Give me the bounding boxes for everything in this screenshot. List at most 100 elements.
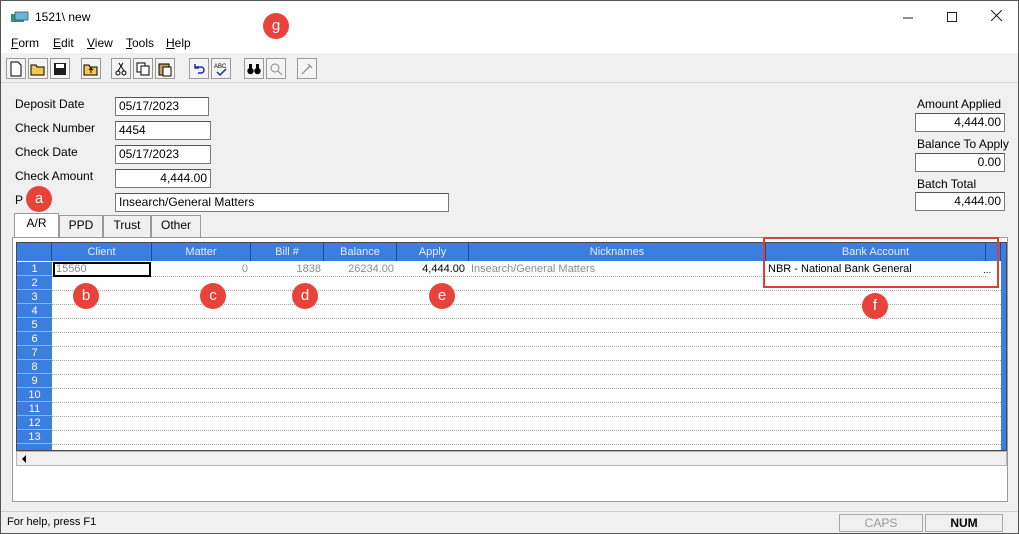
batch-total-label: Batch Total [917, 177, 977, 191]
minimize-button[interactable] [885, 5, 931, 29]
grid-vertical-scrollbar[interactable] [1001, 243, 1006, 450]
deposit-date-label: Deposit Date [15, 97, 85, 111]
menu-tools[interactable]: Tools [126, 36, 154, 50]
tab-ppd[interactable]: PPD [59, 215, 103, 237]
find-button[interactable] [244, 58, 264, 79]
disabled-tool-icon [301, 62, 313, 75]
undo-button[interactable] [189, 58, 209, 79]
column-header-balance[interactable]: Balance [324, 243, 397, 261]
binoculars-icon [247, 63, 261, 74]
column-header-nicknames[interactable]: Nicknames [469, 243, 766, 261]
row-number[interactable]: 8 [17, 360, 52, 374]
row-number[interactable]: 9 [17, 374, 52, 388]
tab-ar[interactable]: A/R [14, 213, 59, 237]
annotation-badge-b: b [73, 283, 99, 309]
open-button[interactable] [28, 58, 48, 79]
grid-cell-nickname[interactable]: Insearch/General Matters [471, 262, 765, 276]
row-number[interactable]: 2 [17, 276, 52, 290]
row-divider [52, 444, 1001, 445]
check-number-label: Check Number [15, 121, 96, 135]
check-number-field[interactable]: 4454 [115, 121, 211, 140]
row-divider [52, 430, 1001, 431]
zoom-icon [270, 63, 283, 75]
row-divider [52, 374, 1001, 375]
menu-form[interactable]: Form [11, 36, 39, 50]
up-folder-button[interactable] [81, 58, 101, 79]
scroll-left-icon[interactable] [20, 454, 28, 464]
menu-help[interactable]: Help [166, 36, 191, 50]
menu-view[interactable]: View [87, 36, 113, 50]
row-number[interactable]: 1 [17, 262, 52, 276]
column-header-client[interactable]: Client [52, 243, 152, 261]
row-number-partial [17, 444, 52, 450]
close-icon [990, 9, 1002, 22]
close-button[interactable] [973, 5, 1018, 29]
amount-applied-label: Amount Applied [917, 97, 1002, 111]
row-number[interactable]: 12 [17, 416, 52, 430]
grid-cell-apply[interactable]: 4,444.00 [397, 262, 465, 276]
toolbar: ABC [1, 55, 1018, 83]
row-divider [52, 304, 1001, 305]
disabled-tool-button[interactable] [297, 58, 317, 79]
row-divider [52, 360, 1001, 361]
num-indicator: NUM [925, 514, 1003, 532]
maximize-button[interactable] [929, 5, 975, 29]
cut-button[interactable] [111, 58, 131, 79]
row-number[interactable]: 11 [17, 402, 52, 416]
status-bar: For help, press F1 CAPS NUM [1, 511, 1018, 533]
row-number[interactable]: 3 [17, 290, 52, 304]
column-header-matter[interactable]: Matter [152, 243, 251, 261]
minimize-icon [903, 17, 913, 19]
save-button[interactable] [50, 58, 70, 79]
amount-applied-field: 4,444.00 [915, 113, 1005, 132]
zoom-button[interactable] [266, 58, 286, 79]
grid-horizontal-scrollbar[interactable] [16, 451, 1007, 466]
grid-corner [17, 243, 52, 261]
cut-icon [115, 62, 127, 75]
row-number[interactable]: 10 [17, 388, 52, 402]
row-number[interactable]: 13 [17, 430, 52, 444]
maximize-icon [947, 12, 957, 22]
check-amount-field[interactable]: 4,444.00 [115, 169, 211, 188]
check-date-label: Check Date [15, 145, 78, 159]
annotation-badge-d: d [292, 283, 318, 309]
menu-edit[interactable]: Edit [53, 36, 74, 50]
annotation-badge-a: a [26, 186, 52, 212]
annotation-badge-e: e [429, 283, 455, 309]
copy-icon [136, 62, 150, 75]
row-divider [52, 290, 1001, 291]
title-bar: 1521\ new [1, 1, 1018, 33]
row-number[interactable]: 7 [17, 346, 52, 360]
paste-button[interactable] [155, 58, 175, 79]
grid-cell-balance[interactable]: 26234.00 [324, 262, 394, 276]
row-divider [52, 402, 1001, 403]
annotation-badge-c: c [200, 283, 226, 309]
tab-trust[interactable]: Trust [103, 215, 151, 237]
new-button[interactable] [6, 58, 26, 79]
application-window: 1521\ new Form Edit View Tools Help ABC … [0, 0, 1019, 534]
undo-icon [194, 63, 205, 74]
annotation-badge-f: f [862, 293, 888, 319]
copy-button[interactable] [133, 58, 153, 79]
column-header-bill[interactable]: Bill # [251, 243, 324, 261]
payor-field[interactable]: Insearch/General Matters [115, 193, 449, 212]
row-number[interactable]: 4 [17, 304, 52, 318]
row-divider [52, 318, 1001, 319]
row-number[interactable]: 5 [17, 318, 52, 332]
spellcheck-icon: ABC [214, 64, 227, 76]
deposit-date-field[interactable]: 05/17/2023 [115, 97, 209, 116]
check-date-field[interactable]: 05/17/2023 [115, 145, 211, 164]
check-amount-label: Check Amount [15, 169, 94, 183]
row-number[interactable]: 6 [17, 332, 52, 346]
grid-cell-bill[interactable]: 1838 [251, 262, 321, 276]
row-divider [52, 346, 1001, 347]
grid-cell-matter[interactable]: 0 [152, 262, 248, 276]
open-icon [30, 64, 45, 75]
spellcheck-button[interactable]: ABC [211, 58, 231, 79]
up-folder-icon [83, 64, 98, 75]
tab-other[interactable]: Other [151, 215, 201, 237]
column-header-apply[interactable]: Apply [397, 243, 469, 261]
caps-indicator: CAPS [839, 514, 923, 532]
grid-cell-client[interactable]: 15560 [53, 262, 151, 277]
balance-to-apply-field: 0.00 [915, 153, 1005, 172]
